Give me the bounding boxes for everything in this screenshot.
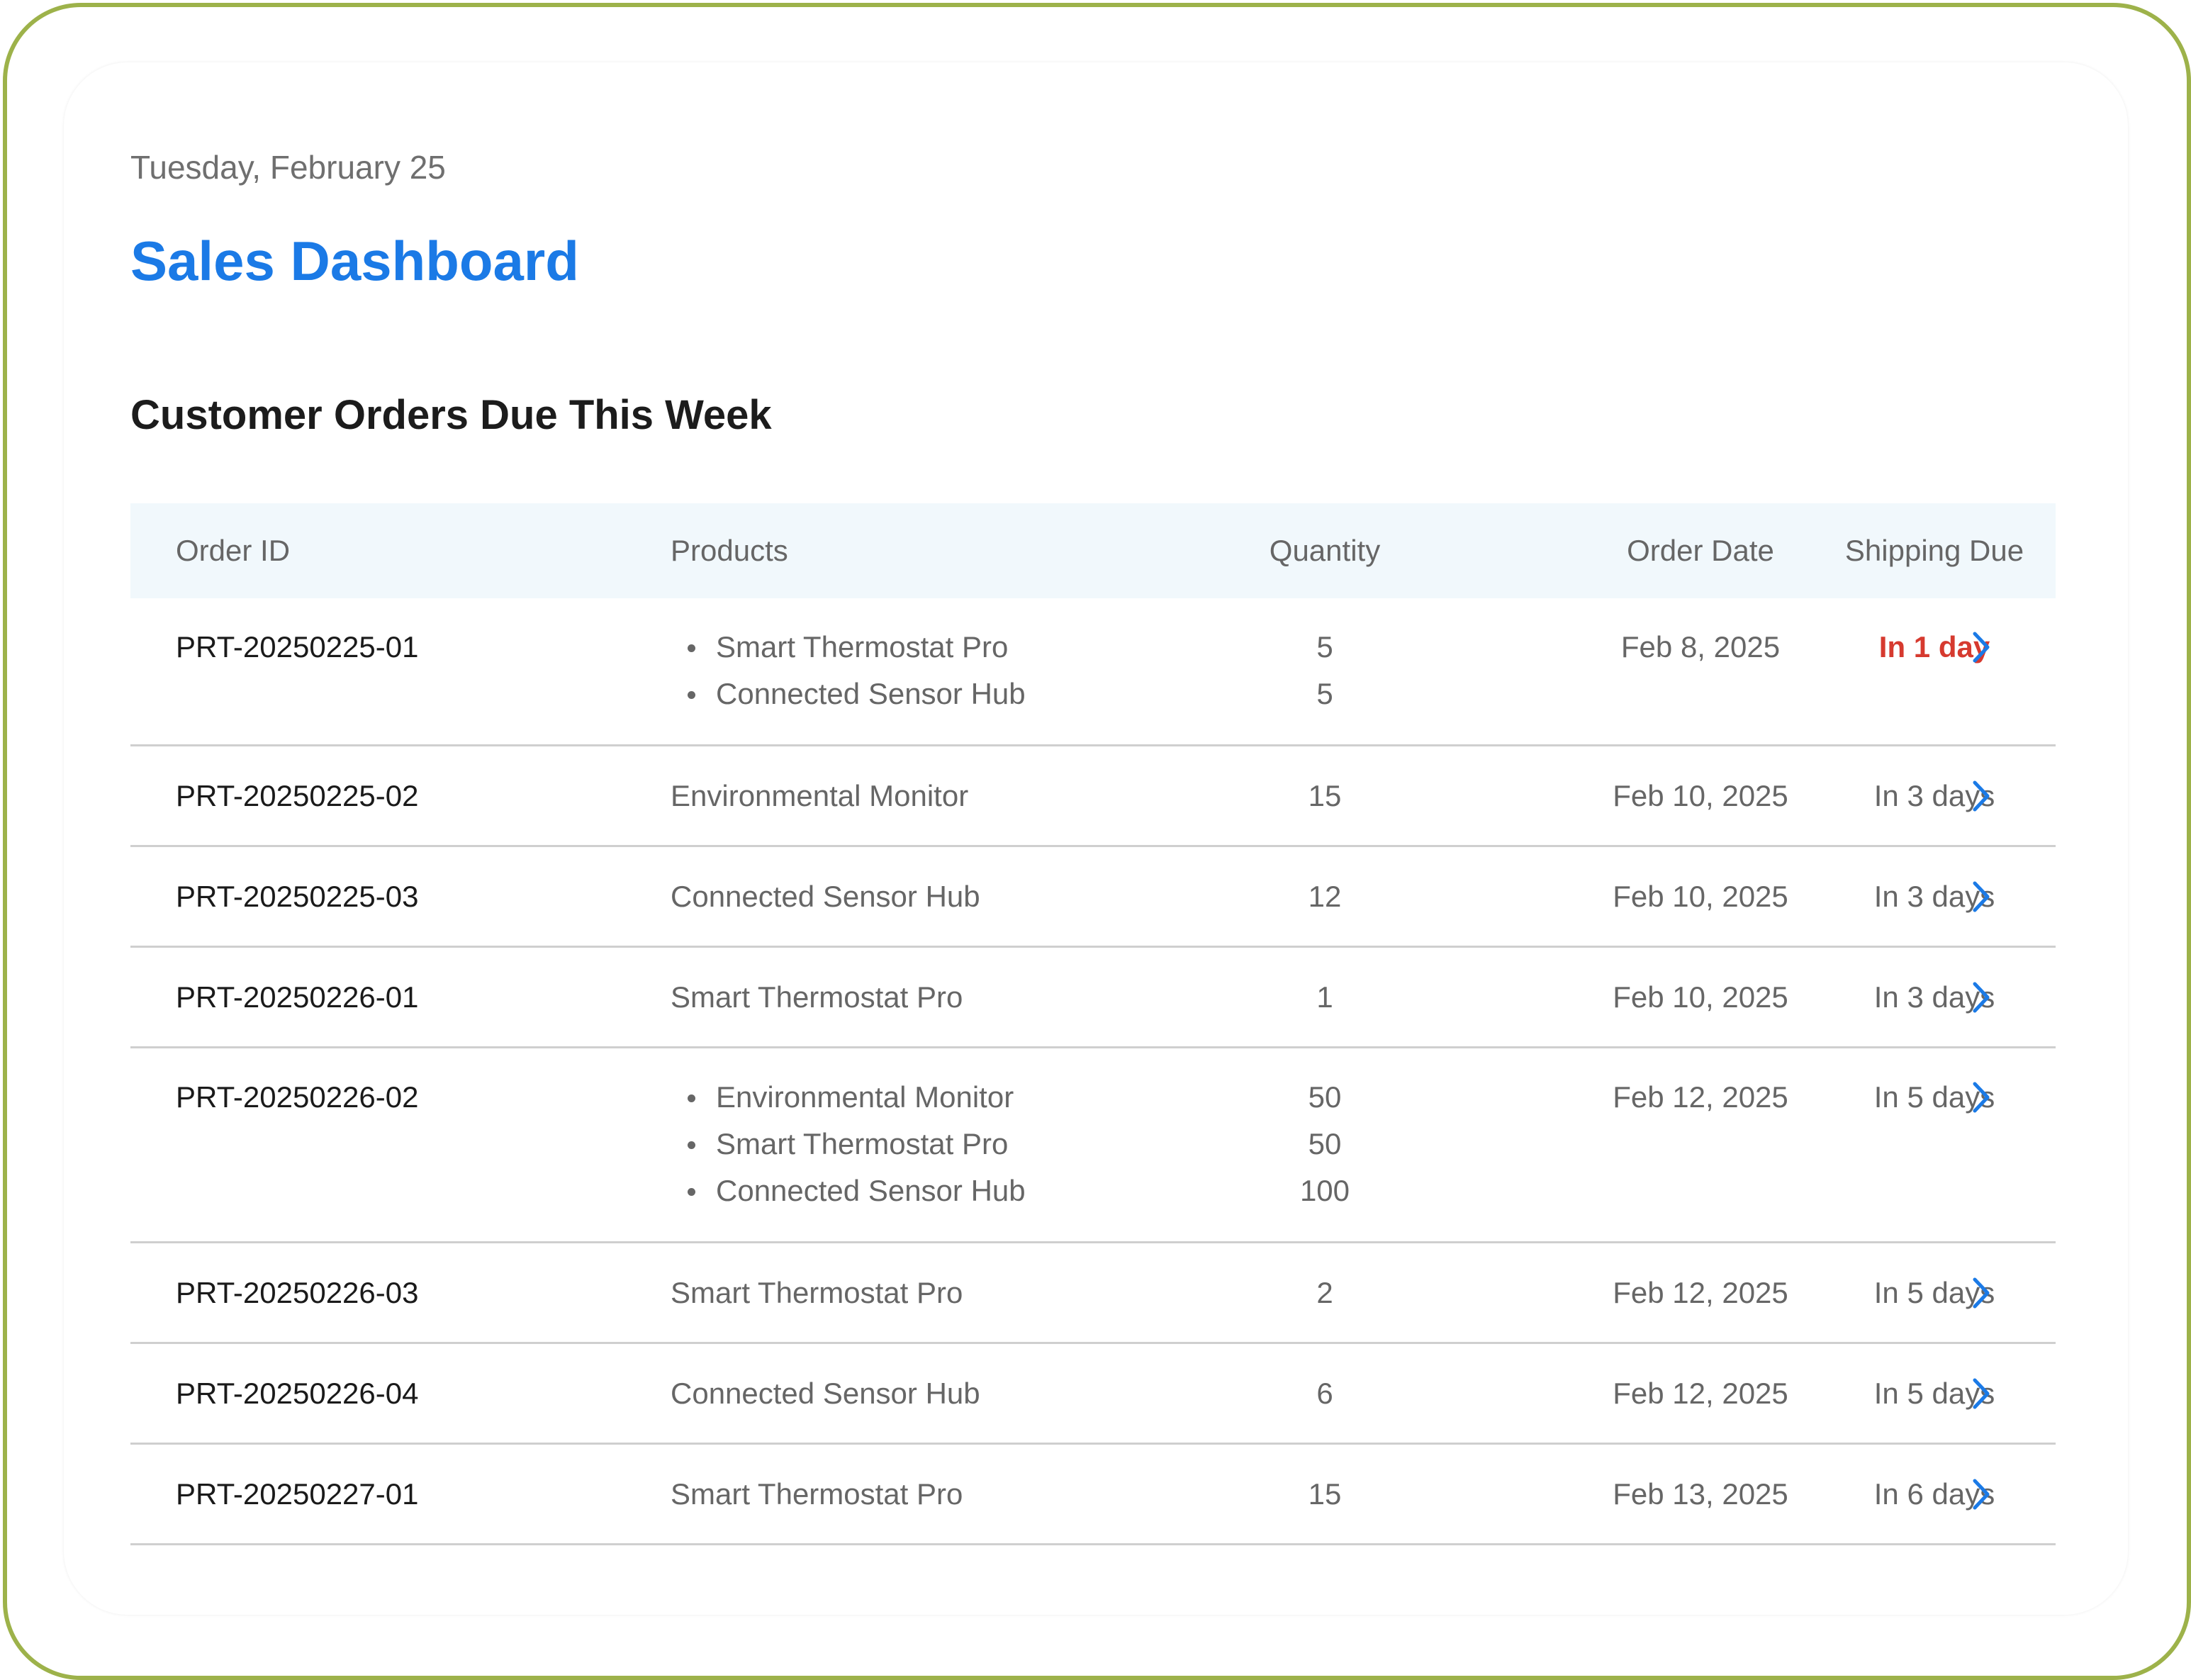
product-list: Environmental Monitor Smart Thermostat Pr… xyxy=(671,1074,1026,1214)
products-cell: Environmental Monitor Smart Thermostat Pr… xyxy=(671,1074,1026,1214)
order-id[interactable]: PRT-20250226-04 xyxy=(176,1370,418,1417)
quantity: 15 xyxy=(1308,1477,1342,1511)
product-item: Connected Sensor Hub xyxy=(671,671,1026,717)
product-item: Smart Thermostat Pro xyxy=(671,1121,1026,1167)
chevron-right-icon[interactable] xyxy=(1959,873,2002,920)
quantity: 2 xyxy=(1316,1276,1333,1309)
quantity: 15 xyxy=(1308,779,1342,812)
shipping-due: In 3 days xyxy=(1873,779,1995,812)
chevron-right-icon[interactable] xyxy=(1959,974,2002,1021)
order-id[interactable]: PRT-20250225-01 xyxy=(176,624,418,671)
chevron-right-icon[interactable] xyxy=(1959,1270,2002,1316)
product-item: Smart Thermostat Pro xyxy=(671,624,1026,671)
quantity-list: 55 xyxy=(1208,624,1442,717)
shipping-due: In 5 days xyxy=(1873,1377,1995,1410)
column-header-shipping-due[interactable]: Shipping Due xyxy=(1761,503,2108,598)
table-row[interactable]: PRT-20250225-02 Environmental Monitor 15 Fe… xyxy=(130,746,2056,847)
shipping-due: In 5 days xyxy=(1873,1276,1995,1309)
order-id[interactable]: PRT-20250226-02 xyxy=(176,1074,418,1121)
column-header-order-id[interactable]: Order ID xyxy=(176,503,290,598)
table-row[interactable]: PRT-20250226-01 Smart Thermostat Pro 1 Feb … xyxy=(130,948,2056,1048)
order-id[interactable]: PRT-20250227-01 xyxy=(176,1471,418,1518)
product-name: Environmental Monitor xyxy=(671,779,969,812)
order-id[interactable]: PRT-20250226-01 xyxy=(176,974,418,1021)
table-row[interactable]: PRT-20250225-01 Smart Thermostat Pro Conne… xyxy=(130,598,2056,746)
order-id[interactable]: PRT-20250225-02 xyxy=(176,773,418,819)
table-row[interactable]: PRT-20250226-03 Smart Thermostat Pro 2 Feb … xyxy=(130,1243,2056,1344)
table-row[interactable]: PRT-20250226-02 Environmental Monitor Smar… xyxy=(130,1048,2056,1243)
section-title: Customer Orders Due This Week xyxy=(130,392,772,438)
shipping-due: In 3 days xyxy=(1873,980,1995,1014)
shipping-due: In 3 days xyxy=(1873,880,1995,913)
shipping-due: In 6 days xyxy=(1873,1477,1995,1511)
quantity: 1 xyxy=(1316,980,1333,1014)
shipping-due-urgent: In 1 day xyxy=(1878,630,1990,663)
table-header: Order ID Products Quantity Order Date Sh… xyxy=(130,503,2056,598)
quantity-cell: 55 xyxy=(1208,624,1442,717)
page-title: Sales Dashboard xyxy=(130,230,579,292)
quantity-list: 50 50 100 xyxy=(1208,1074,1442,1214)
table-row[interactable]: PRT-20250225-03 Connected Sensor Hub 12 Feb… xyxy=(130,847,2056,948)
chevron-right-icon[interactable] xyxy=(1959,773,2002,819)
chevron-right-icon[interactable] xyxy=(1959,1074,2002,1121)
product-name: Smart Thermostat Pro xyxy=(671,980,963,1014)
chevron-right-icon[interactable] xyxy=(1959,1471,2002,1518)
current-date: Tuesday, February 25 xyxy=(130,149,446,186)
quantity: 12 xyxy=(1308,880,1342,913)
quantity-cell: 50 50 100 xyxy=(1208,1074,1442,1214)
quantity-item: 5 xyxy=(1316,630,1333,663)
column-header-quantity[interactable]: Quantity xyxy=(1208,503,1442,598)
column-header-products[interactable]: Products xyxy=(671,503,788,598)
product-name: Connected Sensor Hub xyxy=(671,1377,980,1410)
table-row[interactable]: PRT-20250226-04 Connected Sensor Hub 6 Feb … xyxy=(130,1344,2056,1445)
chevron-right-icon[interactable] xyxy=(1959,1370,2002,1417)
product-item: Environmental Monitor xyxy=(671,1074,1026,1121)
product-item: Connected Sensor Hub xyxy=(671,1167,1026,1214)
quantity-item: 5 xyxy=(1316,677,1333,710)
product-name: Smart Thermostat Pro xyxy=(671,1276,963,1309)
quantity-item: 100 xyxy=(1299,1174,1350,1207)
product-name: Smart Thermostat Pro xyxy=(671,1477,963,1511)
orders-table: Order ID Products Quantity Order Date Sh… xyxy=(130,503,2056,1545)
shipping-due: In 5 days xyxy=(1873,1080,1995,1114)
order-id[interactable]: PRT-20250226-03 xyxy=(176,1270,418,1316)
quantity-item: 50 xyxy=(1308,1127,1342,1160)
chevron-right-icon[interactable] xyxy=(1959,624,2002,671)
order-id[interactable]: PRT-20250225-03 xyxy=(176,873,418,920)
quantity: 6 xyxy=(1316,1377,1333,1410)
table-body: PRT-20250225-01 Smart Thermostat Pro Conne… xyxy=(130,598,2056,1545)
products-cell: Smart Thermostat Pro Connected Sensor Hub xyxy=(671,624,1026,717)
table-row[interactable]: PRT-20250227-01 Smart Thermostat Pro 15 Feb… xyxy=(130,1445,2056,1545)
product-name: Connected Sensor Hub xyxy=(671,880,980,913)
product-list: Smart Thermostat Pro Connected Sensor Hub xyxy=(671,624,1026,717)
quantity-item: 50 xyxy=(1308,1080,1342,1114)
